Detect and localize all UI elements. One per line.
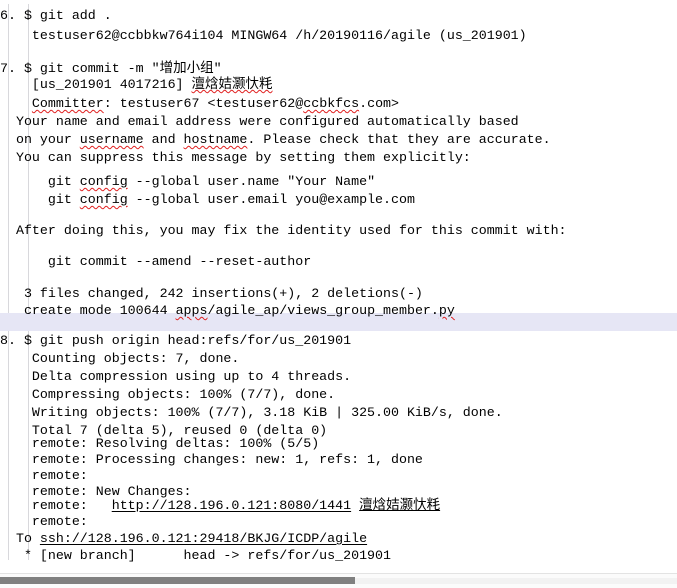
text-run: You can suppress this message by setting… xyxy=(0,150,471,165)
transcript-line: testuser62@ccbbkw764i104 MINGW64 /h/2019… xyxy=(0,26,677,46)
text-run: testuser62@ccbbkw764i104 MINGW64 /h/2019… xyxy=(0,28,527,43)
transcript-line: Your name and email address were configu… xyxy=(0,112,677,132)
text-run: git commit --amend --reset-author xyxy=(0,254,312,269)
spellcheck-word: username xyxy=(79,132,144,147)
text-run: : testuser67 <testuser62@ xyxy=(103,96,304,111)
text-run: git xyxy=(0,192,80,207)
transcript-line: create mode 100644 apps/agile_ap/views_g… xyxy=(0,301,677,321)
text-run xyxy=(0,96,32,111)
transcript-line: git config --global user.name "Your Name… xyxy=(0,172,677,192)
transcript-line: Writing objects: 100% (7/7), 3.18 KiB | … xyxy=(0,403,677,423)
spellcheck-word: hostname xyxy=(183,132,248,147)
transcript-line: Committer: testuser67 <testuser62@ccbkfc… xyxy=(0,94,677,114)
transcript-line: You can suppress this message by setting… xyxy=(0,148,677,168)
transcript-line: [us_201901 4017216] 澶焓姞灏忕粍 xyxy=(0,74,677,94)
text-run: --global user.email you@example.com xyxy=(127,192,415,207)
transcript-line: * [new branch] head -> refs/for/us_20190… xyxy=(0,546,677,566)
text-run: --global user.name "Your Name" xyxy=(127,174,376,189)
transcript-line: git config --global user.email you@examp… xyxy=(0,190,677,210)
text-run: remote: xyxy=(0,514,88,529)
text-run: Counting objects: 7, done. xyxy=(0,351,240,366)
text-run: 6. $ git add . xyxy=(0,8,112,23)
text-run: remote: Resolving deltas: 100% (5/5) xyxy=(0,436,320,451)
spellcheck-word: apps xyxy=(175,303,208,318)
spellcheck-word: py xyxy=(438,303,455,318)
text-run: * [new branch] head -> refs/for/us_20190… xyxy=(0,548,391,563)
transcript-line: 6. $ git add . xyxy=(0,6,677,26)
text-run: 澶焓姞灏忕粍 xyxy=(359,497,441,513)
text-run: After doing this, you may fix the identi… xyxy=(0,223,567,238)
spellcheck-word: Committer xyxy=(31,96,104,111)
text-run: Writing objects: 100% (7/7), 3.18 KiB | … xyxy=(0,405,503,420)
text-run: Your name and email address were configu… xyxy=(0,114,519,129)
text-run: .com> xyxy=(359,96,400,111)
scrollbar-thumb[interactable] xyxy=(0,577,355,584)
text-run: create mode 100644 xyxy=(0,303,176,318)
spellcheck-word: config xyxy=(79,192,128,207)
transcript-line: Counting objects: 7, done. xyxy=(0,349,677,369)
text-run: To xyxy=(0,531,40,546)
hyperlink[interactable]: ssh://128.196.0.121:29418/BKJG/ICDP/agil… xyxy=(40,531,367,546)
document-canvas: 6. $ git add . testuser62@ccbbkw764i104 … xyxy=(0,0,677,570)
transcript-line: git commit --amend --reset-author xyxy=(0,252,677,272)
hyperlink[interactable]: http://128.196.0.121:8080/1441 xyxy=(112,498,351,513)
transcript-line: on your username and hostname. Please ch… xyxy=(0,130,677,150)
horizontal-scrollbar[interactable] xyxy=(0,573,677,588)
text-run: git xyxy=(0,174,80,189)
spellcheck-word: ccbkfcs xyxy=(303,96,360,111)
transcript-line: Delta compression using up to 4 threads. xyxy=(0,367,677,387)
spellcheck-word: 澶焓姞灏忕粍 xyxy=(191,76,273,92)
transcript-line: Compressing objects: 100% (7/7), done. xyxy=(0,385,677,405)
text-run: . Please check that they are accurate. xyxy=(247,132,551,147)
text-run: remote: xyxy=(0,498,112,513)
text-run: [us_201901 4017216] xyxy=(0,77,192,92)
text-run: Delta compression using up to 4 threads. xyxy=(0,369,352,384)
text-run: remote: xyxy=(0,468,88,483)
transcript-line: 8. $ git push origin head:refs/for/us_20… xyxy=(0,331,677,351)
text-run xyxy=(351,498,359,513)
text-run: Compressing objects: 100% (7/7), done. xyxy=(0,387,336,402)
text-run: on your xyxy=(0,132,80,147)
spellcheck-word: config xyxy=(79,174,128,189)
text-run: and xyxy=(143,132,184,147)
text-run: remote: Processing changes: new: 1, refs… xyxy=(0,452,423,467)
transcript-line: After doing this, you may fix the identi… xyxy=(0,221,677,241)
text-run: 8. $ git push origin head:refs/for/us_20… xyxy=(0,333,352,348)
text-run: /agile_ap/views_group_member. xyxy=(207,303,439,318)
text-run: 3 files changed, 242 insertions(+), 2 de… xyxy=(0,286,423,301)
